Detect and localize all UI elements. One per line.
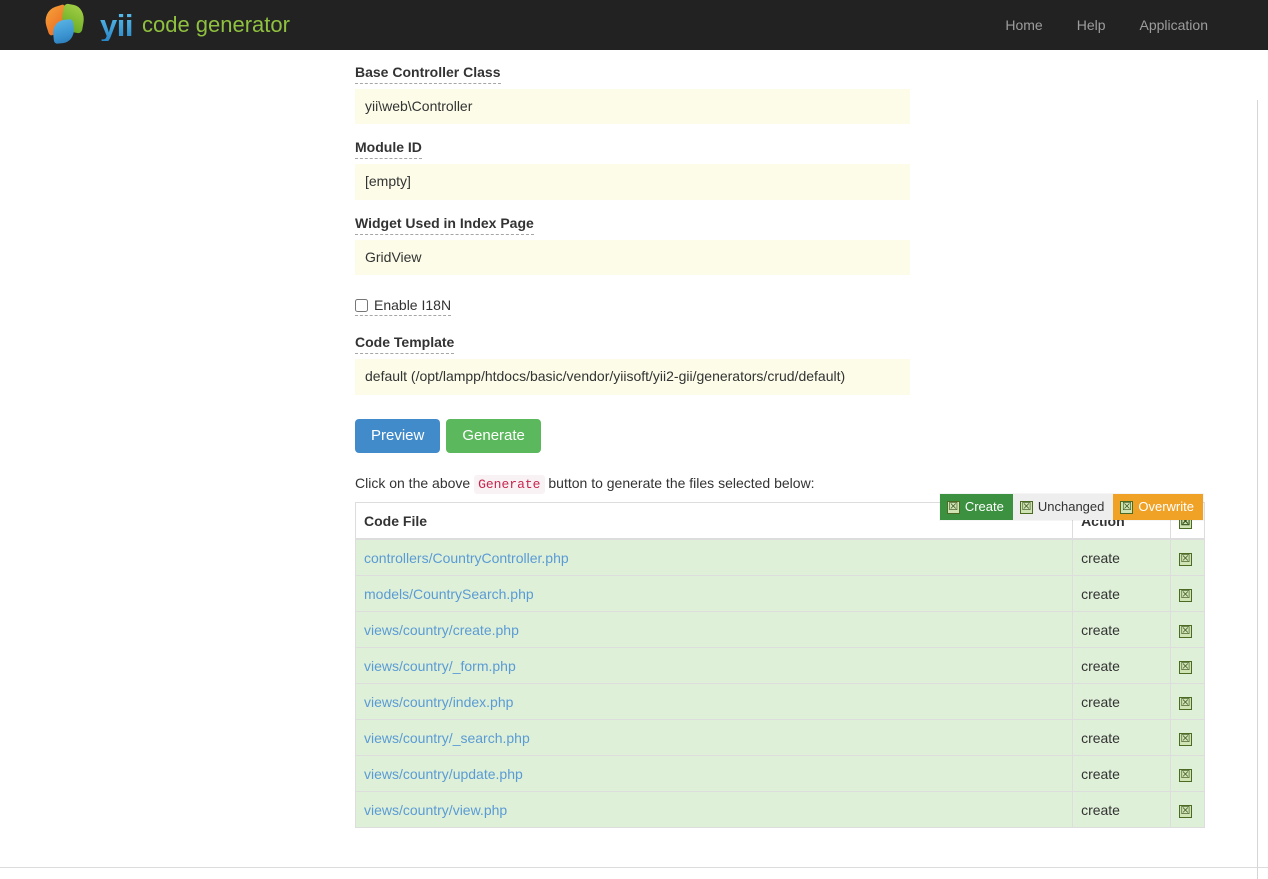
broken-image-icon[interactable] <box>1178 733 1192 747</box>
files-table-body: controllers/CountryController.php create… <box>354 538 1206 829</box>
cell-select[interactable] <box>1169 538 1206 577</box>
cell-code-file: views/country/view.php <box>354 791 1074 829</box>
brand-name-secondary: code generator <box>141 12 290 37</box>
table-row: views/country/create.php create <box>354 611 1206 649</box>
cell-code-file: views/country/_form.php <box>354 647 1074 685</box>
hint-suffix: button to generate the files selected be… <box>548 475 815 492</box>
file-link[interactable]: views/country/update.php <box>364 766 523 782</box>
input-code-template[interactable] <box>355 358 910 395</box>
cell-action: create <box>1072 755 1171 793</box>
cell-select[interactable] <box>1169 575 1206 613</box>
cell-code-file: views/country/update.php <box>354 755 1074 793</box>
broken-image-icon[interactable] <box>1178 805 1192 819</box>
legend-label-create: Create <box>964 499 1004 514</box>
legend-item-create: Create <box>939 494 1013 521</box>
label-base-controller-class: Base Controller Class <box>355 64 501 84</box>
field-group-enable-i18n: Enable I18N <box>355 297 1215 317</box>
file-link[interactable]: views/country/_search.php <box>364 730 530 746</box>
cell-action: create <box>1072 719 1171 757</box>
file-link[interactable]: views/country/view.php <box>364 802 507 818</box>
broken-image-icon <box>1019 500 1033 514</box>
table-row: views/country/_search.php create <box>354 719 1206 757</box>
legend-label-unchanged: Unchanged <box>1037 499 1105 514</box>
broken-image-icon[interactable] <box>1178 625 1192 639</box>
status-legend: Create Unchanged Overwrite <box>939 494 1203 521</box>
form-actions: Preview Generate <box>355 418 1215 454</box>
input-widget-used-in-index-page[interactable] <box>355 239 910 276</box>
table-row: views/country/index.php create <box>354 683 1206 721</box>
cell-code-file: views/country/index.php <box>354 683 1074 721</box>
label-widget-used-in-index-page: Widget Used in Index Page <box>355 215 534 235</box>
cell-action: create <box>1072 791 1171 829</box>
footer-divider <box>0 867 1268 868</box>
cell-select[interactable] <box>1169 791 1206 829</box>
field-group-code-template: Code Template <box>355 334 1215 395</box>
cell-action: create <box>1072 538 1171 577</box>
nav-link-application[interactable]: Application <box>1138 13 1211 37</box>
generated-files-table: Code File Action controllers/CountryCont… <box>354 502 1206 829</box>
legend-label-overwrite: Overwrite <box>1138 499 1194 514</box>
cell-action: create <box>1072 683 1171 721</box>
field-group-widget-used-in-index-page: Widget Used in Index Page <box>355 215 1215 276</box>
cell-select[interactable] <box>1169 611 1206 649</box>
navbar-links: Home Help Application <box>1003 13 1210 37</box>
cell-select[interactable] <box>1169 647 1206 685</box>
file-link[interactable]: models/CountrySearch.php <box>364 586 534 602</box>
input-module-id[interactable] <box>355 164 910 200</box>
label-module-id: Module ID <box>355 139 422 160</box>
file-link[interactable]: views/country/index.php <box>364 694 513 710</box>
checkbox-text-enable-i18n: Enable I18N <box>374 297 452 314</box>
cell-select[interactable] <box>1169 683 1206 721</box>
generate-hint-text: Click on the above Generate button to ge… <box>355 475 1215 495</box>
yii-leaf-logo-icon <box>41 3 91 45</box>
broken-image-icon <box>946 500 960 514</box>
label-code-template: Code Template <box>355 334 455 354</box>
cell-code-file: models/CountrySearch.php <box>354 575 1074 613</box>
table-row: views/country/view.php create <box>354 791 1206 829</box>
preview-button[interactable]: Preview <box>355 418 441 454</box>
brand-name-primary: yii <box>100 10 142 41</box>
broken-image-icon[interactable] <box>1178 661 1192 675</box>
cell-action: create <box>1072 611 1171 649</box>
checkbox-enable-i18n[interactable] <box>355 298 368 312</box>
broken-image-icon[interactable] <box>1178 589 1192 603</box>
file-link[interactable]: views/country/create.php <box>364 622 519 638</box>
table-row: controllers/CountryController.php create <box>354 538 1206 577</box>
legend-item-overwrite: Overwrite <box>1113 494 1203 521</box>
input-base-controller-class[interactable] <box>355 88 910 125</box>
broken-image-icon[interactable] <box>1178 697 1192 711</box>
generator-form: Base Controller Class Module ID Widget U… <box>354 64 1215 829</box>
table-row: views/country/update.php create <box>354 755 1206 793</box>
broken-image-icon[interactable] <box>1178 769 1192 783</box>
broken-image-icon[interactable] <box>1178 553 1192 567</box>
generate-button[interactable]: Generate <box>446 418 541 454</box>
cell-code-file: controllers/CountryController.php <box>354 538 1074 577</box>
page-right-edge-rule <box>1257 100 1258 879</box>
legend-item-unchanged: Unchanged <box>1012 494 1114 521</box>
table-row: views/country/_form.php create <box>354 647 1206 685</box>
page-body: Base Controller Class Module ID Widget U… <box>0 50 1268 879</box>
cell-code-file: views/country/create.php <box>354 611 1074 649</box>
hint-inline-code: Generate <box>474 475 545 495</box>
cell-select[interactable] <box>1169 755 1206 793</box>
broken-image-icon <box>1120 500 1134 514</box>
file-link[interactable]: controllers/CountryController.php <box>364 550 569 566</box>
cell-code-file: views/country/_search.php <box>354 719 1074 757</box>
field-group-base-controller-class: Base Controller Class <box>355 64 1215 125</box>
file-link[interactable]: views/country/_form.php <box>364 658 516 674</box>
cell-select[interactable] <box>1169 719 1206 757</box>
nav-link-home[interactable]: Home <box>1003 13 1044 37</box>
field-group-module-id: Module ID <box>355 139 1215 200</box>
checkbox-label-enable-i18n[interactable]: Enable I18N <box>355 297 452 317</box>
hint-prefix: Click on the above <box>355 475 471 492</box>
table-row: models/CountrySearch.php create <box>354 575 1206 613</box>
cell-action: create <box>1072 647 1171 685</box>
brand-logo[interactable]: yii code generator <box>41 0 290 50</box>
nav-link-help[interactable]: Help <box>1075 13 1108 37</box>
top-navbar: yii code generator Home Help Application <box>0 0 1268 50</box>
cell-action: create <box>1072 575 1171 613</box>
